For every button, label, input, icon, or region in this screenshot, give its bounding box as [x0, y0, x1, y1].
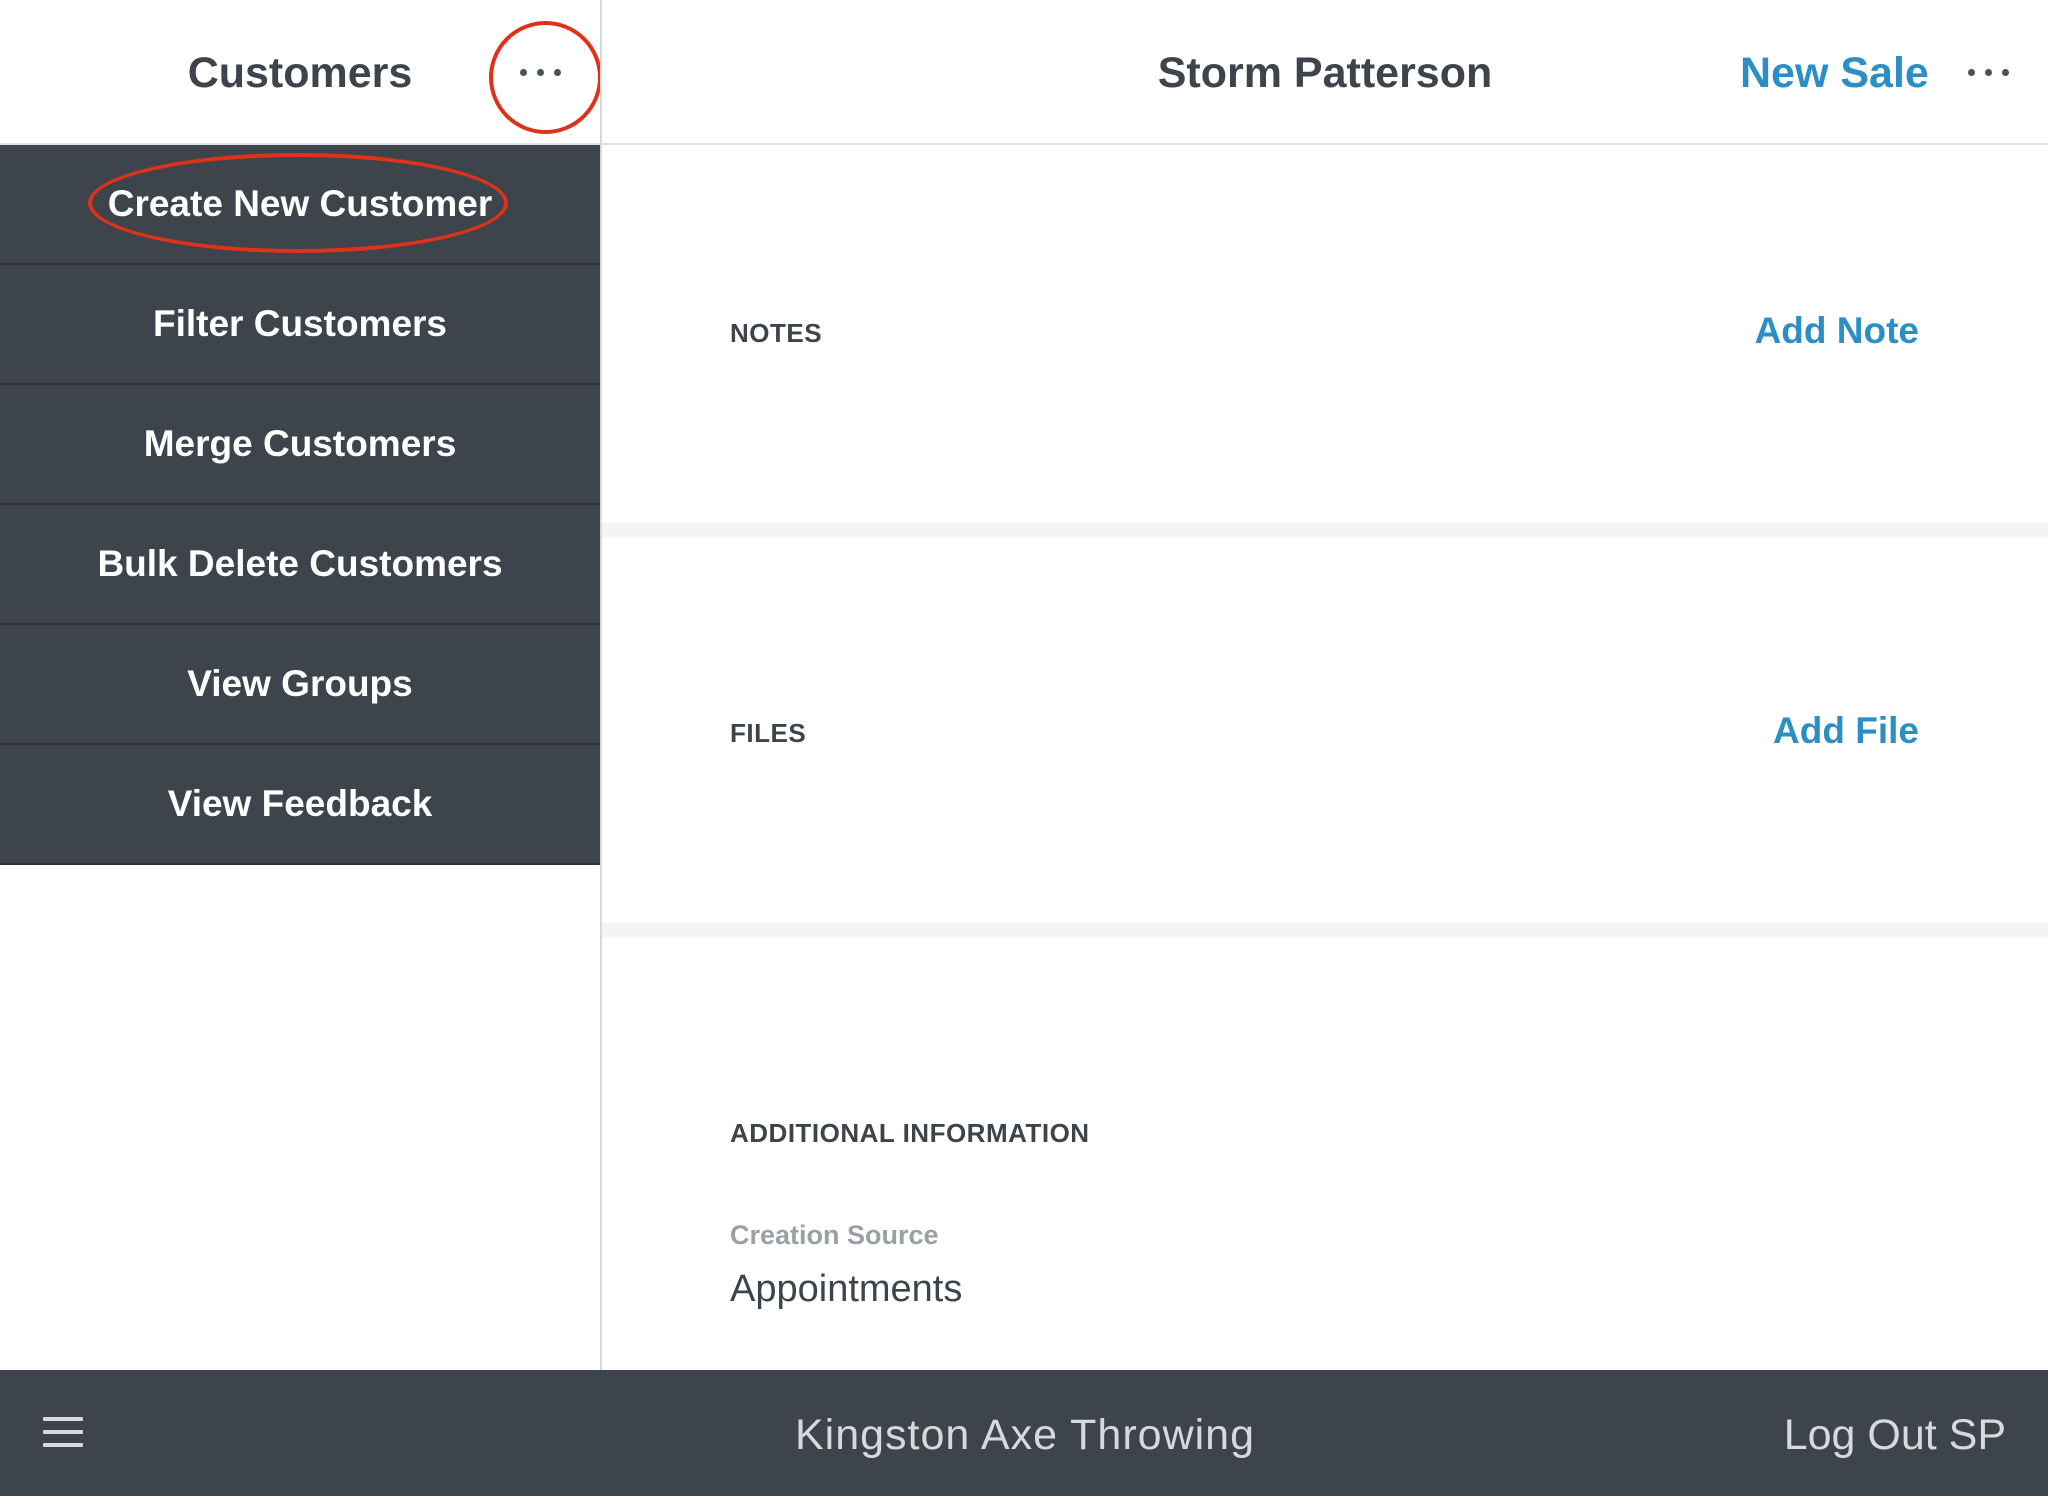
- add-file-button[interactable]: Add File: [1773, 710, 1919, 752]
- customers-header: Customers: [0, 0, 602, 145]
- notes-label: NOTES: [730, 318, 823, 348]
- section-divider: [602, 523, 2048, 537]
- customer-name-title: Storm Patterson: [1157, 49, 1493, 97]
- bulk-delete-customers-button[interactable]: Bulk Delete Customers: [0, 505, 600, 625]
- business-name: Kingston Axe Throwing: [794, 1411, 1256, 1459]
- annotation-circle: [489, 21, 602, 134]
- log-out-button[interactable]: Log Out SP: [1784, 1370, 2006, 1496]
- hamburger-icon[interactable]: [43, 1417, 83, 1447]
- new-sale-button[interactable]: New Sale: [1740, 0, 1929, 143]
- files-label: FILES: [730, 718, 807, 748]
- annotation-oval: [88, 153, 508, 253]
- customers-options-menu: Create New Customer Filter Customers Mer…: [0, 145, 600, 865]
- view-groups-button[interactable]: View Groups: [0, 625, 600, 745]
- menu-item-label: Bulk Delete Customers: [97, 543, 503, 584]
- view-feedback-button[interactable]: View Feedback: [0, 745, 600, 865]
- menu-item-label: Filter Customers: [152, 303, 447, 344]
- filter-customers-button[interactable]: Filter Customers: [0, 265, 600, 385]
- section-divider: [602, 923, 2048, 937]
- creation-source-label: Creation Source: [730, 1220, 939, 1250]
- ellipsis-icon[interactable]: [1968, 69, 2009, 76]
- menu-item-label: Merge Customers: [143, 423, 457, 464]
- bottom-bar: Kingston Axe Throwing Log Out SP: [0, 1370, 2048, 1496]
- create-new-customer-button[interactable]: Create New Customer: [0, 145, 600, 265]
- additional-info-label: ADDITIONAL INFORMATION: [730, 1118, 1090, 1148]
- menu-item-label: View Feedback: [167, 783, 433, 824]
- menu-item-label: View Groups: [187, 663, 413, 704]
- add-note-button[interactable]: Add Note: [1755, 310, 1919, 352]
- merge-customers-button[interactable]: Merge Customers: [0, 385, 600, 505]
- creation-source-value: Appointments: [730, 1268, 963, 1310]
